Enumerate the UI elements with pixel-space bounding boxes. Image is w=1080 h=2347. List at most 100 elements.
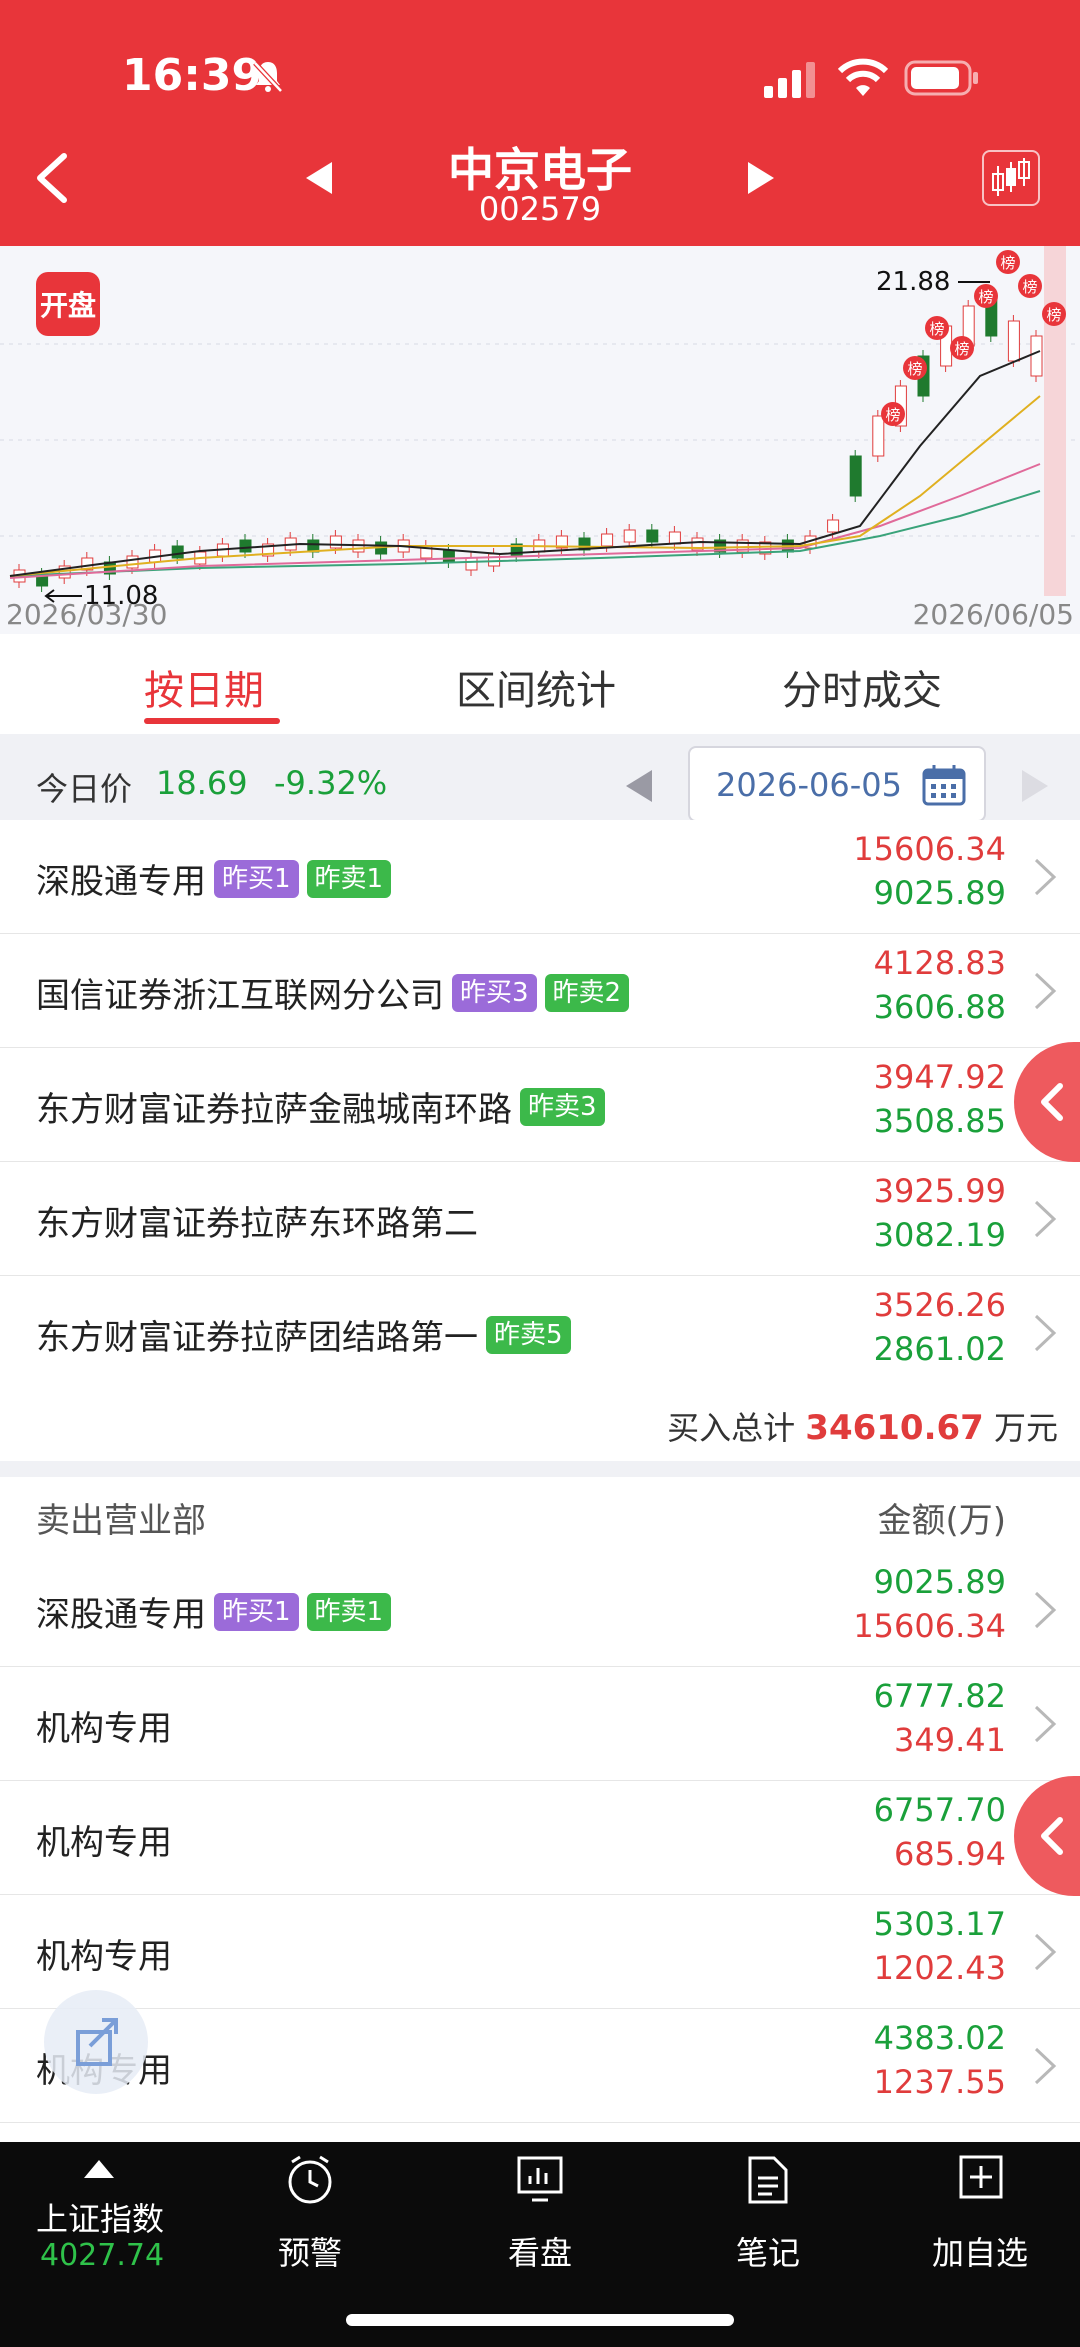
date-picker[interactable]: 2026-06-05 bbox=[688, 746, 986, 822]
battery-icon bbox=[904, 60, 978, 96]
buy-amount: 685.94 bbox=[894, 1835, 1006, 1873]
sell-amount: 6777.82 bbox=[873, 1677, 1006, 1715]
ranking-marker-label: 榜 bbox=[885, 406, 900, 424]
history-tag: 昨卖5 bbox=[486, 1315, 571, 1354]
broker-name: 深股通专用 bbox=[36, 1595, 206, 1635]
buy-row[interactable]: 深股通专用 昨买1 昨卖1 15606.34 9025.89 bbox=[0, 820, 1080, 934]
buy-amount: 15606.34 bbox=[853, 830, 1006, 868]
candle-body bbox=[488, 553, 501, 567]
broker-name: 深股通专用 bbox=[36, 862, 206, 902]
chevron-left-icon bbox=[1041, 1817, 1063, 1855]
candle-body bbox=[465, 557, 478, 571]
add-square-icon bbox=[959, 2155, 1003, 2199]
history-tag: 昨买3 bbox=[452, 973, 537, 1012]
buy-row[interactable]: 东方财富证券拉萨团结路第一 昨卖5 3526.26 2861.02 bbox=[0, 1276, 1080, 1390]
mute-bell-icon bbox=[253, 61, 283, 93]
candle-body bbox=[668, 531, 681, 545]
broker-name: 机构专用 bbox=[36, 1709, 172, 1749]
kline-chart[interactable]: 榜榜榜榜榜榜榜榜 21.88 11.08 开盘 2026/03/30 2026/… bbox=[0, 246, 1080, 634]
cellular-signal-icon bbox=[764, 62, 815, 98]
share-float-button[interactable] bbox=[44, 1990, 148, 2094]
history-tag: 昨卖2 bbox=[544, 973, 630, 1012]
tab-tick-trades[interactable]: 分时成交 bbox=[782, 658, 942, 716]
sell-amount: 4383.02 bbox=[873, 2019, 1006, 2057]
chevron-right-icon bbox=[1034, 972, 1057, 1010]
candle-body bbox=[442, 549, 455, 563]
history-tag: 昨卖1 bbox=[306, 1592, 392, 1631]
tab-interval-stats[interactable]: 区间统计 bbox=[456, 658, 616, 716]
buy-total-row: 买入总计 34610.67 万元 bbox=[0, 1387, 1080, 1461]
ranking-marker-label: 榜 bbox=[1046, 306, 1061, 324]
ranking-marker-label: 榜 bbox=[1022, 278, 1037, 296]
sell-row[interactable]: 机构专用4383.021237.55 bbox=[0, 2009, 1080, 2123]
buy-total-value: 34610.67 bbox=[805, 1408, 984, 1448]
next-date-icon[interactable] bbox=[1020, 768, 1050, 804]
broker-name: 东方财富证券拉萨金融城南环路 bbox=[36, 1090, 512, 1130]
candle-body bbox=[171, 545, 184, 559]
history-tag: 昨买1 bbox=[214, 859, 299, 898]
sell-row[interactable]: 机构专用 6777.82 349.41 bbox=[0, 1667, 1080, 1781]
nav-add-label: 加自选 bbox=[931, 2234, 1028, 2272]
candle-body bbox=[827, 519, 840, 533]
sell-amount: 6757.70 bbox=[873, 1791, 1006, 1829]
tab-by-date[interactable]: 按日期 bbox=[144, 658, 264, 716]
nav-alert-label: 预警 bbox=[277, 2234, 342, 2272]
share-icon bbox=[76, 2018, 118, 2066]
sell-amount: 9025.89 bbox=[873, 874, 1006, 912]
sell-section-title: 卖出营业部 bbox=[36, 1501, 206, 1541]
history-tag: 昨卖3 bbox=[520, 1087, 605, 1126]
today-price-label: 今日价 bbox=[36, 770, 133, 808]
chart-high-label: 21.88 bbox=[876, 267, 950, 297]
buy-amount: 4128.83 bbox=[873, 944, 1006, 982]
buy-row[interactable]: 国信证券浙江互联网分公司 昨买3 昨卖2 4128.83 3606.88 bbox=[0, 934, 1080, 1048]
candlestick-icon bbox=[992, 158, 1030, 196]
broker-name: 机构专用 bbox=[36, 1937, 172, 1977]
sell-row[interactable]: 机构专用 5303.17 1202.43 bbox=[0, 1895, 1080, 2009]
buy-amount: 3925.99 bbox=[873, 1172, 1006, 1210]
previous-date-icon[interactable] bbox=[624, 768, 654, 804]
stock-code: 002579 bbox=[478, 190, 602, 228]
ranking-marker-label: 榜 bbox=[929, 320, 944, 338]
buy-total-unit: 万元 bbox=[993, 1409, 1058, 1447]
sell-section-header: 卖出营业部 金额(万) bbox=[0, 1477, 1080, 1553]
alarm-clock-icon bbox=[288, 2155, 332, 2204]
broker-name: 机构专用 bbox=[36, 1823, 172, 1863]
buy-amount: 15606.34 bbox=[853, 1607, 1006, 1645]
ranking-marker-label: 榜 bbox=[1000, 254, 1015, 272]
nav-notes-label: 笔记 bbox=[735, 2234, 800, 2272]
candle-body bbox=[126, 555, 139, 569]
candle-body bbox=[646, 529, 659, 543]
buy-amount: 3947.92 bbox=[873, 1058, 1006, 1096]
candle-body bbox=[1007, 320, 1020, 362]
chevron-right-icon bbox=[1034, 2047, 1057, 2085]
open-badge[interactable]: 开盘 bbox=[36, 272, 100, 336]
status-time: 16:39 bbox=[122, 50, 263, 101]
expand-up-icon[interactable] bbox=[84, 2160, 114, 2178]
note-icon bbox=[748, 2156, 788, 2204]
monitor-chart-icon bbox=[517, 2156, 563, 2202]
bottom-nav: 上证指数 4027.74 预警 看盘 笔记 加自选 bbox=[0, 2142, 1080, 2347]
buy-amount: 1202.43 bbox=[873, 1949, 1006, 1987]
sell-amount: 5303.17 bbox=[873, 1905, 1006, 1943]
candle-body bbox=[872, 415, 885, 457]
buy-row[interactable]: 东方财富证券拉萨东环路第二 3925.99 3082.19 bbox=[0, 1162, 1080, 1276]
calendar-icon bbox=[922, 765, 966, 806]
chart-end-date: 2026/06/05 bbox=[912, 598, 1074, 631]
sell-amount: 3606.88 bbox=[873, 988, 1006, 1026]
buy-row[interactable]: 东方财富证券拉萨金融城南环路 昨卖3 3947.92 3508.85 bbox=[0, 1048, 1080, 1162]
price-bar: 今日价 18.69 -9.32% 2026-06-05 bbox=[0, 734, 1080, 834]
ranking-marker-label: 榜 bbox=[907, 360, 922, 378]
sell-amount: 3508.85 bbox=[873, 1102, 1006, 1140]
sell-row[interactable]: 深股通专用 昨买1 昨卖1 9025.89 15606.34 bbox=[0, 1553, 1080, 1667]
index-name[interactable]: 上证指数 bbox=[36, 2194, 164, 2240]
ranking-marker-label: 榜 bbox=[954, 340, 969, 358]
home-indicator bbox=[346, 2314, 734, 2326]
buy-total-label: 买入总计 bbox=[667, 1409, 796, 1447]
kline-toggle-button[interactable] bbox=[982, 150, 1040, 206]
broker-name: 国信证券浙江互联网分公司 bbox=[36, 976, 444, 1016]
tab-bar: 按日期 区间统计 分时成交 bbox=[0, 634, 1080, 734]
amount-header: 金额(万) bbox=[877, 1501, 1006, 1541]
buy-amount: 3526.26 bbox=[873, 1286, 1006, 1324]
sell-row[interactable]: 机构专用 6757.70 685.94 bbox=[0, 1781, 1080, 1895]
next-stock-icon[interactable] bbox=[746, 160, 776, 196]
